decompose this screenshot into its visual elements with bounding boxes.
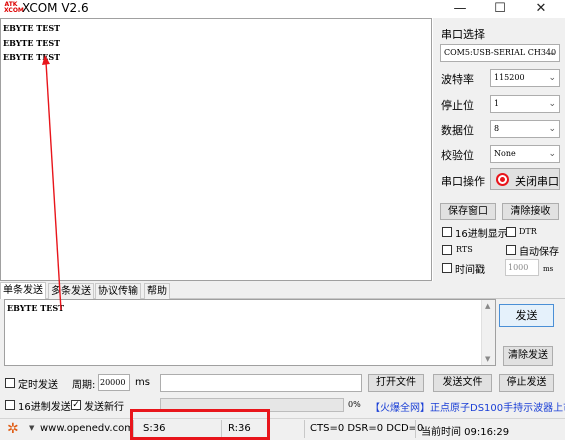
chevron-down-icon[interactable]: ▼ [29, 424, 34, 432]
receive-line: EBYTE TEST [3, 23, 61, 33]
rts-checkbox[interactable] [442, 245, 452, 255]
period-input[interactable]: 20000 [98, 374, 130, 391]
port-section-label: 串口选择 [441, 28, 485, 41]
current-time: 当前时间 09:16:29 [421, 427, 510, 438]
chevron-down-icon: ⌄ [548, 124, 556, 134]
chevron-down-icon: ⌄ [548, 99, 556, 109]
data-bits-label: 数据位 [441, 124, 474, 137]
window-title: XCOM V2.6 [22, 1, 89, 15]
save-window-button[interactable]: 保存窗口 [440, 203, 496, 220]
stop-send-button[interactable]: 停止发送 [499, 374, 554, 392]
tab-protocol[interactable]: 协议传输 [95, 283, 141, 299]
port-operation-label: 串口操作 [441, 175, 485, 188]
clear-receive-button[interactable]: 清除接收 [502, 203, 559, 220]
send-file-button[interactable]: 发送文件 [433, 374, 492, 392]
timestamp-checkbox[interactable] [442, 263, 452, 273]
baud-select-value: 115200 [494, 73, 525, 82]
close-port-label: 关闭串口 [515, 175, 559, 188]
clear-send-button[interactable]: 清除发送 [503, 346, 553, 366]
website-link[interactable]: www.openedv.com [40, 423, 134, 434]
send-button[interactable]: 发送 [499, 304, 554, 327]
open-file-button[interactable]: 打开文件 [368, 374, 424, 392]
timed-send-label: 定时发送 [18, 380, 58, 391]
send-scrollbar[interactable]: ▲ ▼ [481, 300, 495, 365]
port-select[interactable]: COM5:USB-SERIAL CH340 ⌄ [440, 44, 560, 62]
tab-multi-send[interactable]: 多条发送 [48, 283, 94, 299]
tab-single-send[interactable]: 单条发送 [0, 282, 46, 299]
stop-bits-value: 1 [494, 99, 500, 108]
chevron-down-icon: ⌄ [548, 48, 556, 58]
newline-checkbox[interactable]: ✓ [71, 400, 81, 410]
maximize-button[interactable]: ☐ [480, 0, 520, 18]
hex-send-label: 16进制发送 [18, 402, 71, 413]
hex-display-checkbox[interactable] [442, 227, 452, 237]
close-button[interactable]: ✕ [521, 0, 561, 18]
chevron-down-icon: ⌄ [548, 149, 556, 159]
file-path-input[interactable] [160, 374, 362, 392]
parity-value: None [494, 149, 516, 158]
period-ms-label: ms [135, 377, 150, 388]
receive-line: EBYTE TEST [3, 38, 61, 48]
minimize-button[interactable]: — [440, 0, 480, 18]
timestamp-label: 时间戳 [455, 265, 485, 276]
hex-send-checkbox[interactable] [5, 400, 15, 410]
receive-line: EBYTE TEST [3, 52, 61, 62]
receive-area[interactable]: EBYTE TEST EBYTE TEST EBYTE TEST [0, 18, 432, 281]
app-logo: ATK XCOM [4, 1, 24, 15]
scroll-up-icon[interactable]: ▲ [485, 302, 490, 310]
auto-save-checkbox[interactable] [506, 245, 516, 255]
data-bits-select[interactable]: 8 ⌄ [490, 120, 560, 138]
parity-label: 校验位 [441, 149, 474, 162]
promo-link[interactable]: 【火爆全网】正点原子DS100手持示波器上市 [370, 399, 565, 414]
scroll-down-icon[interactable]: ▼ [485, 355, 490, 363]
timestamp-ms-label: ms [543, 265, 554, 273]
settings-gear-icon[interactable]: ✲ [7, 422, 19, 436]
timed-send-checkbox[interactable] [5, 378, 15, 388]
timestamp-interval-input[interactable]: 1000 [505, 259, 539, 276]
parity-select[interactable]: None ⌄ [490, 145, 560, 163]
rts-label: RTS [456, 245, 473, 254]
progress-text: 0% [348, 400, 361, 409]
baud-select[interactable]: 115200 ⌄ [490, 69, 560, 87]
stop-bits-select[interactable]: 1 ⌄ [490, 95, 560, 113]
send-textarea[interactable]: EBYTE TEST ▲ ▼ [4, 299, 496, 366]
send-text: EBYTE TEST [7, 303, 65, 313]
period-label: 周期: [72, 380, 96, 391]
hex-display-label: 16进制显示 [455, 229, 508, 240]
highlight-box [130, 409, 270, 440]
port-select-value: COM5:USB-SERIAL CH340 [444, 48, 557, 57]
dtr-label: DTR [519, 227, 537, 236]
chevron-down-icon: ⌄ [548, 73, 556, 83]
close-port-button[interactable]: 关闭串口 [490, 168, 560, 190]
port-status-icon [496, 173, 509, 186]
auto-save-label: 自动保存 [519, 247, 559, 258]
stop-bits-label: 停止位 [441, 99, 474, 112]
line-signals: CTS=0 DSR=0 DCD=0 [310, 423, 424, 434]
newline-label: 发送新行 [84, 402, 124, 413]
data-bits-value: 8 [494, 124, 500, 133]
tab-help[interactable]: 帮助 [144, 283, 170, 299]
dtr-checkbox[interactable] [506, 227, 516, 237]
baud-label: 波特率 [441, 73, 474, 86]
